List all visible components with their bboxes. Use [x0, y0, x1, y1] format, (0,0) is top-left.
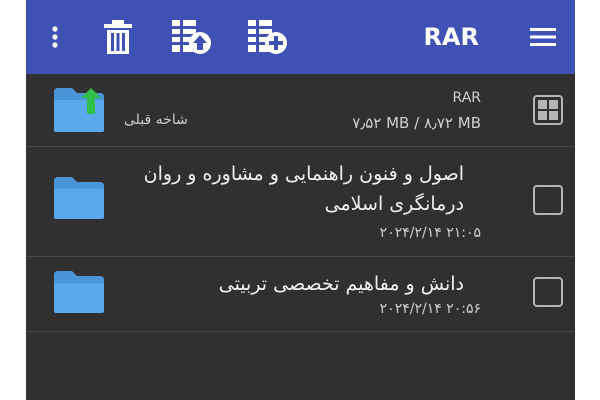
archive-extract-icon[interactable] [166, 0, 216, 74]
list-item[interactable]: دانش و مفاهیم تخصصی تربیتی ۲۰۲۴/۲/۱۴ ۲۰:… [26, 257, 575, 332]
item-checkbox[interactable] [533, 277, 563, 307]
item-date: ۲۰۲۴/۲/۱۴ ۲۱:۰۵ [379, 225, 481, 241]
toolbar: RAR [26, 0, 575, 74]
more-vert-icon[interactable] [40, 0, 70, 74]
archive-name: RAR [452, 90, 481, 106]
storage-usage: ۷٫۵۲ MB / ۸٫۷۲ MB [352, 114, 481, 132]
parent-directory-row[interactable]: شاخه قبلی RAR ۷٫۵۲ MB / ۸٫۷۲ MB [26, 74, 575, 147]
folder-up-icon [52, 86, 108, 138]
select-all-grid-icon[interactable] [533, 95, 563, 125]
item-name: دانش و مفاهیم تخصصی تربیتی [218, 273, 464, 295]
folder-icon [52, 175, 106, 225]
menu-icon[interactable] [521, 0, 565, 74]
parent-directory-label: شاخه قبلی [124, 112, 188, 128]
app-window: RAR شاخه قبلی RAR ۷٫۵۲ MB / ۸٫۷۲ MB اصول… [26, 0, 575, 400]
folder-icon [52, 269, 106, 319]
trash-icon[interactable] [98, 0, 138, 74]
archive-add-icon[interactable] [242, 0, 292, 74]
item-name: اصول و فنون راهنمایی و مشاوره و روان درم… [143, 163, 464, 215]
item-checkbox[interactable] [533, 185, 563, 215]
item-date: ۲۰۲۴/۲/۱۴ ۲۰:۵۶ [379, 301, 481, 317]
app-title: RAR [423, 23, 479, 51]
list-item[interactable]: اصول و فنون راهنمایی و مشاوره و روان درم… [26, 147, 575, 257]
